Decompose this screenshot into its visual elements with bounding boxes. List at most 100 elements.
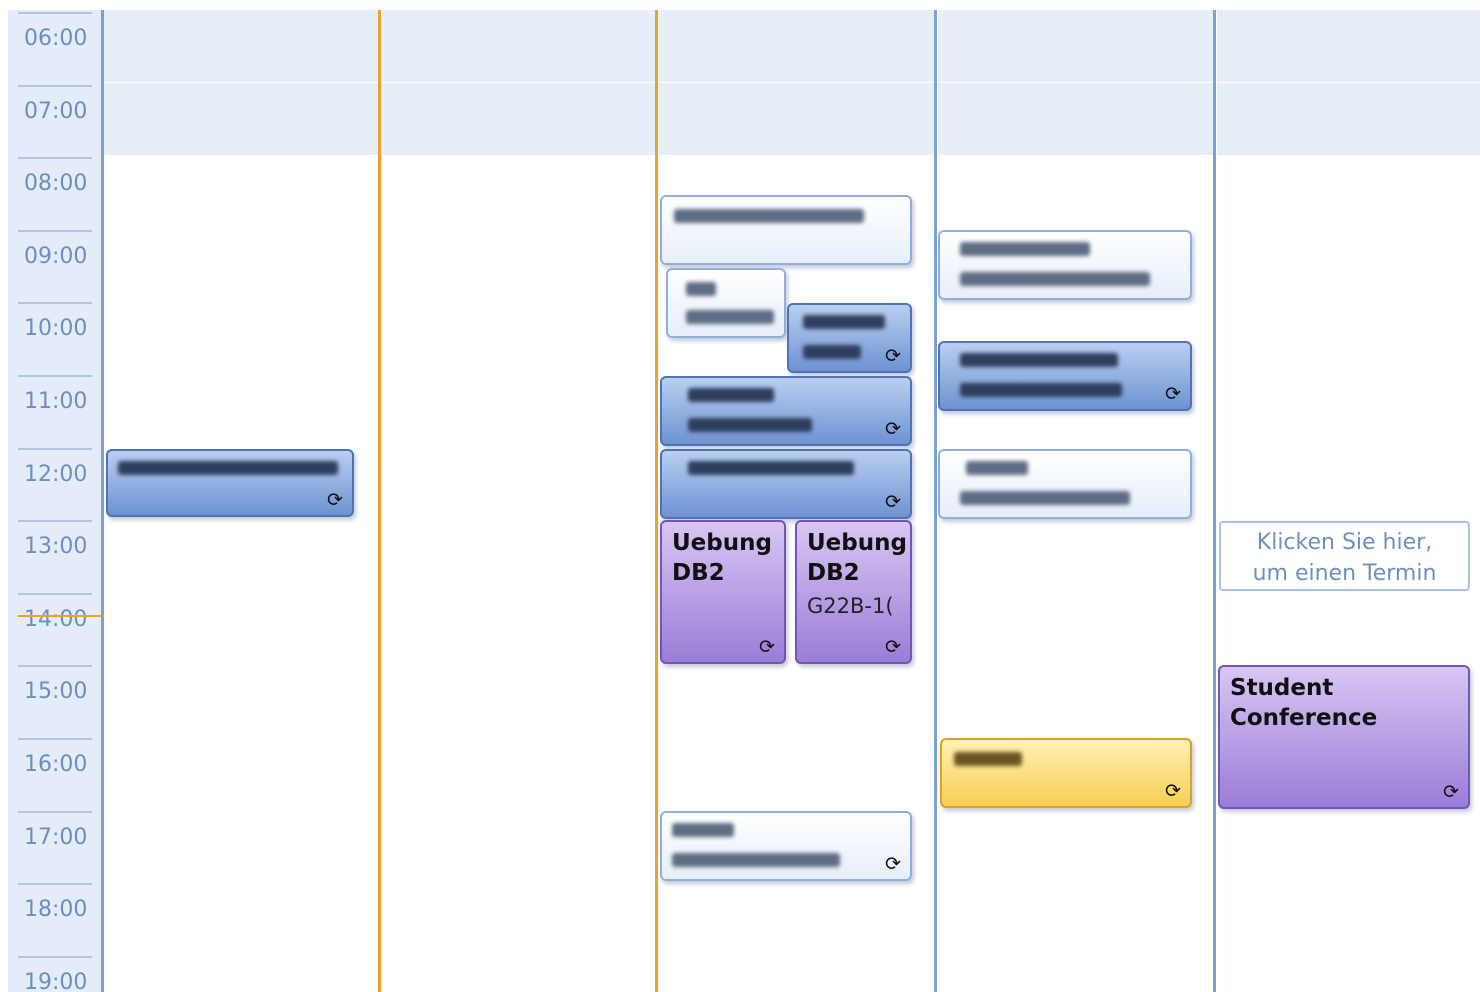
recurrence-icon: ⟳: [885, 418, 901, 440]
new-appointment-hint-text: Klicken Sie hier, um einen Termin: [1252, 530, 1437, 586]
hour-tick: [18, 665, 92, 668]
hour-slot[interactable]: [382, 736, 656, 808]
hour-slot[interactable]: [382, 10, 656, 82]
hour-slot[interactable]: [938, 590, 1214, 663]
appointment-title: Student Conference: [1230, 675, 1378, 731]
hour-slot[interactable]: [1217, 590, 1480, 663]
hour-slot[interactable]: [938, 808, 1214, 881]
appointment-title: Uebung DB2: [672, 530, 772, 586]
hour-slot[interactable]: [938, 518, 1214, 591]
blurred-text: [966, 461, 1028, 475]
hour-slot[interactable]: [103, 736, 379, 808]
appointment-location: G22B-1(: [807, 594, 894, 618]
new-appointment-hint[interactable]: Klicken Sie hier, um einen Termin: [1219, 521, 1470, 591]
hour-slot[interactable]: [382, 227, 656, 300]
hour-slot[interactable]: [1217, 155, 1480, 228]
appointment-blurred[interactable]: ⟳: [106, 449, 354, 517]
appointment-blurred[interactable]: [938, 230, 1192, 300]
time-label: 15:00: [24, 679, 88, 705]
hour-slot[interactable]: [1217, 227, 1480, 300]
hour-slot[interactable]: [938, 881, 1214, 954]
hour-slot[interactable]: [382, 445, 656, 518]
hour-slot[interactable]: [659, 663, 935, 736]
hour-slot[interactable]: [382, 373, 656, 445]
hour-slot[interactable]: [103, 881, 379, 954]
today-border-left: [378, 10, 381, 992]
hour-slot[interactable]: [1217, 82, 1480, 155]
appointment-blurred[interactable]: ⟳: [660, 811, 912, 881]
hour-slot[interactable]: [382, 953, 656, 992]
hour-slot[interactable]: [103, 227, 379, 300]
hour-slot[interactable]: [382, 300, 656, 373]
appointment-blurred[interactable]: ⟳: [660, 376, 912, 446]
hour-slot[interactable]: [938, 82, 1214, 155]
current-time-indicator: [18, 615, 104, 617]
hour-slot[interactable]: [1217, 953, 1480, 992]
hour-slot[interactable]: [938, 155, 1214, 228]
hour-slot[interactable]: [1217, 808, 1480, 881]
appointment-blurred[interactable]: ⟳: [787, 303, 912, 373]
hour-slot[interactable]: [382, 663, 656, 736]
hour-slot[interactable]: [103, 590, 379, 663]
hour-slot[interactable]: [103, 155, 379, 228]
hour-slot[interactable]: [1217, 10, 1480, 82]
time-label: 11:00: [24, 389, 88, 414]
hour-tick: [18, 738, 92, 740]
column-separator: [101, 10, 104, 992]
day-column-2[interactable]: [382, 10, 656, 992]
appointment-blurred[interactable]: ⟳: [938, 341, 1192, 411]
hour-slot[interactable]: [382, 82, 656, 155]
appointment-student-conference[interactable]: Student Conference ⟳: [1218, 665, 1470, 809]
hour-slot[interactable]: [1217, 445, 1480, 518]
appointment-blurred[interactable]: [938, 449, 1192, 519]
blurred-text: [672, 823, 734, 837]
recurrence-icon: ⟳: [885, 491, 901, 513]
hour-slot[interactable]: [938, 663, 1214, 736]
blurred-text: [960, 353, 1118, 367]
hour-slot[interactable]: [103, 10, 379, 82]
hour-slot[interactable]: [382, 155, 656, 228]
appointment-blurred[interactable]: ⟳: [660, 449, 912, 519]
blurred-text: [688, 418, 812, 432]
time-label: 14:00: [24, 606, 88, 632]
hour-slot[interactable]: [382, 808, 656, 881]
appointment-uebung-db2-location[interactable]: Uebung DB2 G22B-1( ⟳: [795, 520, 912, 664]
hour-slot[interactable]: [1217, 373, 1480, 445]
blurred-text: [960, 491, 1130, 505]
hour-slot[interactable]: [659, 10, 935, 82]
time-label: 17:00: [24, 824, 88, 850]
hour-slot[interactable]: [659, 953, 935, 992]
hour-slot[interactable]: [659, 82, 935, 155]
hour-slot[interactable]: [382, 518, 656, 591]
time-label: 13:00: [24, 534, 88, 560]
time-label: 07:00: [24, 98, 88, 124]
hour-slot[interactable]: [103, 82, 379, 155]
day-column-5[interactable]: [1217, 10, 1480, 992]
hour-slot[interactable]: [103, 518, 379, 591]
hour-slot[interactable]: [659, 736, 935, 808]
appointment-uebung-db2[interactable]: Uebung DB2 ⟳: [660, 520, 786, 664]
blurred-text: [954, 752, 1022, 766]
hour-slot[interactable]: [382, 881, 656, 954]
hour-slot[interactable]: [1217, 881, 1480, 954]
appointment-blurred[interactable]: ⟳: [940, 738, 1192, 808]
time-label: 09:00: [24, 243, 88, 269]
hour-slot[interactable]: [938, 953, 1214, 992]
hour-slot[interactable]: [103, 300, 379, 373]
hour-slot[interactable]: [103, 808, 379, 881]
hour-tick: [18, 302, 92, 305]
recurrence-icon: ⟳: [1165, 383, 1181, 405]
appointment-blurred[interactable]: [660, 195, 912, 265]
hour-slot[interactable]: [103, 953, 379, 992]
hour-slot[interactable]: [103, 373, 379, 445]
column-separator: [1213, 10, 1216, 992]
time-label: 18:00: [24, 897, 88, 923]
time-label: 08:00: [24, 171, 88, 197]
hour-slot[interactable]: [103, 663, 379, 736]
hour-slot[interactable]: [659, 881, 935, 954]
hour-tick: [18, 447, 92, 450]
hour-slot[interactable]: [938, 10, 1214, 82]
appointment-blurred[interactable]: [666, 268, 786, 338]
hour-slot[interactable]: [1217, 300, 1480, 373]
hour-slot[interactable]: [382, 590, 656, 663]
